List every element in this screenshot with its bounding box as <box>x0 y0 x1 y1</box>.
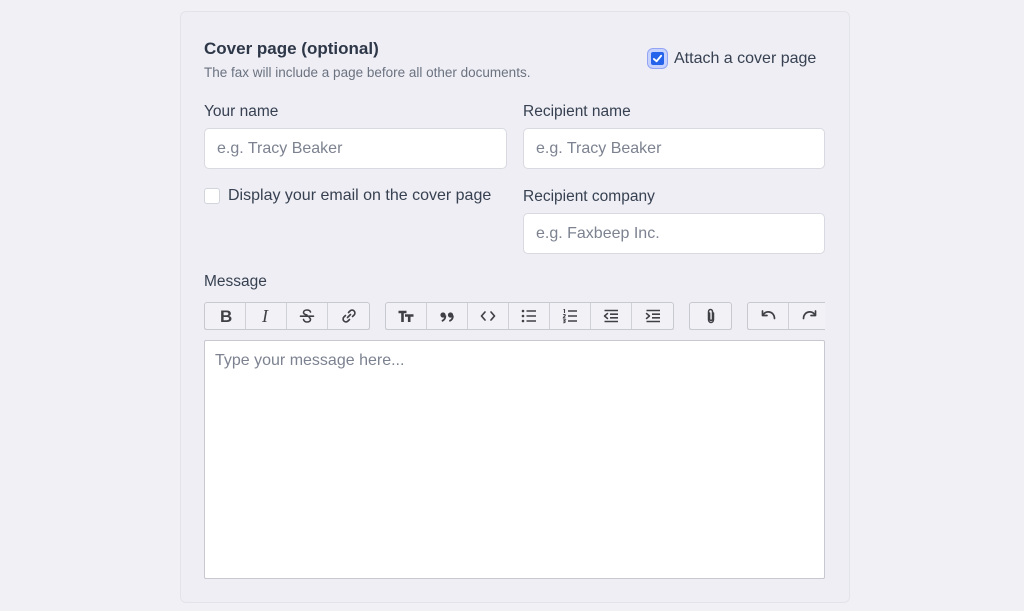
quote-button[interactable] <box>427 303 468 329</box>
italic-icon: I <box>261 307 269 325</box>
section-description: The fax will include a page before all o… <box>204 65 531 80</box>
bullet-list-button[interactable] <box>509 303 550 329</box>
heading-icon <box>398 310 414 322</box>
outdent-icon <box>603 309 618 323</box>
svg-text:B: B <box>220 307 232 325</box>
svg-text:I: I <box>261 307 269 325</box>
code-button[interactable] <box>468 303 509 329</box>
display-email-checkbox[interactable]: Display your email on the cover page <box>204 187 491 205</box>
toolbar-group-history <box>747 302 825 330</box>
link-icon <box>341 309 356 323</box>
recipient-name-label: Recipient name <box>523 103 631 120</box>
redo-icon <box>802 310 816 320</box>
heading-button[interactable] <box>386 303 427 329</box>
attach-file-button[interactable] <box>690 303 731 329</box>
toolbar-group-text: B I <box>204 302 370 330</box>
message-label: Message <box>204 273 267 290</box>
toolbar-group-attach <box>689 302 732 330</box>
bold-button[interactable]: B <box>205 303 246 329</box>
undo-icon <box>761 310 776 320</box>
bold-icon: B <box>220 307 232 325</box>
checkbox-unchecked-icon[interactable] <box>204 188 220 204</box>
attach-cover-label: Attach a cover page <box>674 49 817 67</box>
recipient-company-input[interactable] <box>523 213 825 254</box>
redo-button[interactable] <box>789 303 825 329</box>
italic-button[interactable]: I <box>246 303 287 329</box>
recipient-name-input[interactable] <box>523 128 825 169</box>
display-email-label: Display your email on the cover page <box>228 187 492 204</box>
outdent-button[interactable] <box>591 303 632 329</box>
your-name-label: Your name <box>204 103 279 120</box>
section-title: Cover page (optional) <box>204 39 379 58</box>
strikethrough-button[interactable] <box>287 303 328 329</box>
bullet-list-icon <box>521 309 536 323</box>
strikethrough-icon <box>299 309 315 323</box>
quote-icon <box>440 312 454 322</box>
link-button[interactable] <box>328 303 369 329</box>
attach-cover-checkbox[interactable]: Attach a cover page <box>648 49 816 68</box>
recipient-company-label: Recipient company <box>523 188 655 205</box>
indent-icon <box>645 309 660 323</box>
toolbar-group-block <box>385 302 674 330</box>
undo-button[interactable] <box>748 303 789 329</box>
attach-file-icon <box>707 308 714 324</box>
message-textarea[interactable] <box>204 340 825 579</box>
editor-toolbar: B I <box>204 302 825 330</box>
indent-button[interactable] <box>632 303 673 329</box>
your-name-input[interactable] <box>204 128 507 169</box>
checkbox-checked-icon[interactable] <box>648 49 667 68</box>
numbered-list-icon <box>562 308 577 324</box>
numbered-list-button[interactable] <box>550 303 591 329</box>
code-icon <box>480 311 496 321</box>
